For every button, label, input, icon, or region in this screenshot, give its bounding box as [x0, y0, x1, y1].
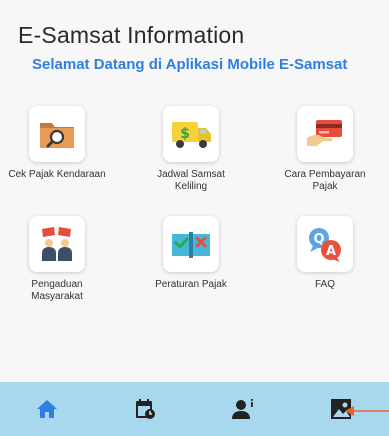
menu-item-cara-pembayaran[interactable]: Cara Pembayaran Pajak: [270, 106, 380, 193]
svg-text:$: $: [180, 126, 190, 142]
nav-home-button[interactable]: [34, 396, 60, 422]
home-icon: [37, 400, 57, 418]
nav-schedule-button[interactable]: [132, 396, 158, 422]
menu-tile[interactable]: [297, 106, 353, 162]
menu-tile[interactable]: [163, 216, 219, 272]
menu-tile[interactable]: Q A: [297, 216, 353, 272]
svg-text:A: A: [326, 244, 336, 259]
menu-label: Cara Pembayaran Pajak: [284, 169, 366, 192]
menu-item-jadwal-samsat[interactable]: $ Jadwal Samsat Keliling: [136, 106, 246, 193]
money-truck-icon: $: [172, 122, 211, 148]
menu-item-pengaduan[interactable]: Pengaduan Masyarakat: [2, 216, 112, 303]
menu-tile[interactable]: $: [163, 106, 219, 162]
menu-item-peraturan[interactable]: Peraturan Pajak: [136, 216, 246, 291]
complaint-people-icon: [42, 227, 72, 261]
faq-bubbles-icon: Q A: [309, 228, 341, 262]
annotation-arrow-icon: [345, 406, 389, 416]
menu-tile[interactable]: [29, 216, 85, 272]
regulation-book-icon: [172, 232, 210, 258]
menu-label: Pengaduan Masyarakat: [31, 279, 83, 302]
page-title: E-Samsat Information: [18, 22, 245, 48]
welcome-marquee: Selamat Datang di Aplikasi Mobile E-Sams…: [32, 56, 348, 73]
menu-label: Peraturan Pajak: [155, 279, 227, 290]
bottom-nav: [0, 382, 389, 436]
welcome-marquee-container: Selamat Datang di Aplikasi Mobile E-Sams…: [32, 56, 354, 78]
menu-item-cek-pajak[interactable]: Cek Pajak Kendaraan: [2, 106, 112, 181]
menu-label: FAQ: [314, 279, 335, 290]
nav-profile-button[interactable]: [230, 396, 256, 422]
calendar-clock-icon: [136, 399, 155, 419]
card-payment-icon: [307, 120, 342, 146]
menu-label: Jadwal Samsat Keliling: [157, 169, 225, 192]
folder-search-icon: [40, 123, 74, 148]
menu-tile[interactable]: [29, 106, 85, 162]
menu-item-faq[interactable]: Q A FAQ: [270, 216, 380, 291]
user-info-icon: [232, 399, 253, 419]
menu-label: Cek Pajak Kendaraan: [8, 169, 106, 180]
